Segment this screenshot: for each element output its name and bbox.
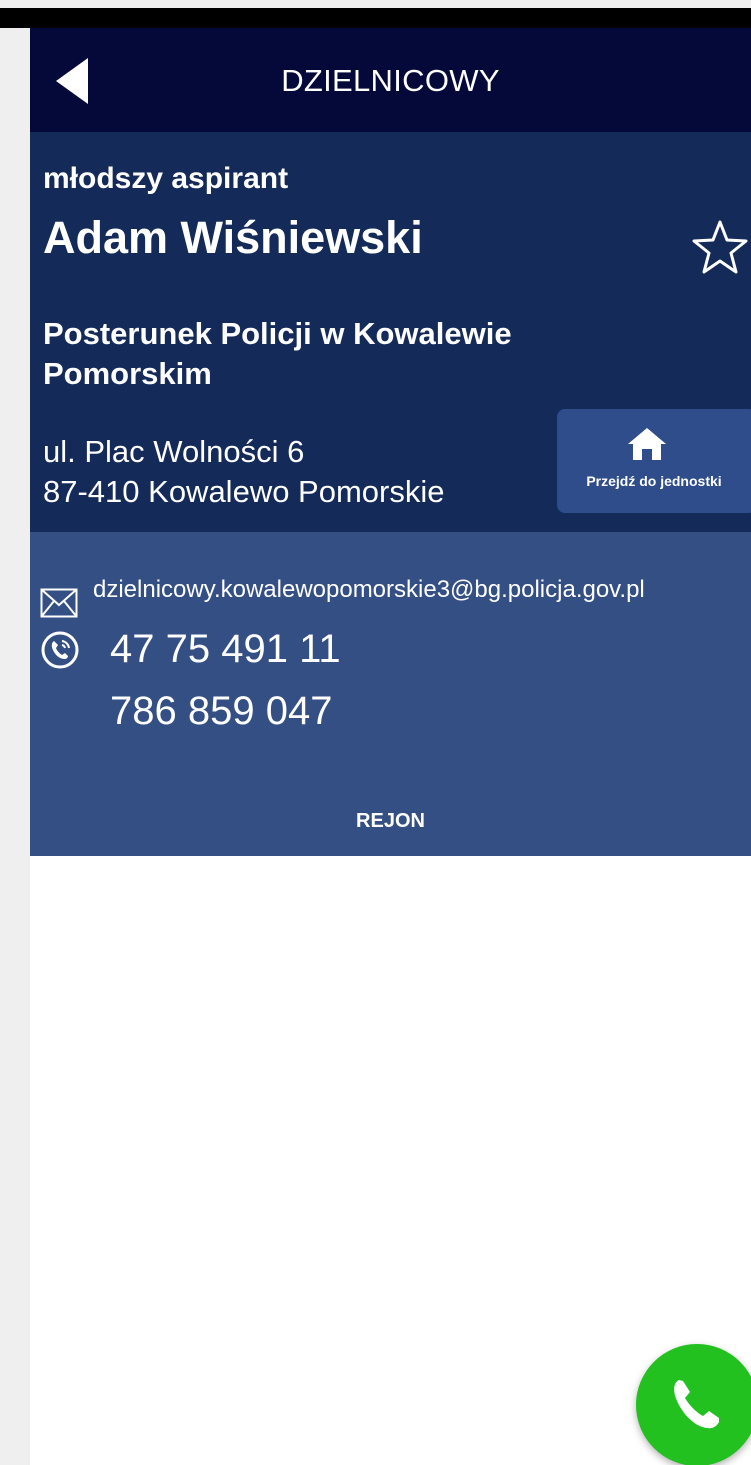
phone-number-primary[interactable]: 47 75 491 11 (110, 627, 341, 672)
contact-panel: dzielnicowy.kowalewopomorskie3@bg.policj… (30, 532, 751, 856)
mail-icon (40, 588, 78, 618)
favorite-button[interactable] (690, 218, 750, 278)
phone-icon (41, 631, 79, 669)
rejon-tab[interactable]: REJON (30, 810, 751, 833)
address-street: ul. Plac Wolności 6 (43, 434, 305, 469)
unit-name: Posterunek Policji w Kowalewie Pomorskim (43, 316, 512, 391)
call-button[interactable] (636, 1344, 751, 1465)
officer-name: Adam Wiśniewski (43, 212, 423, 263)
home-icon (628, 428, 666, 460)
background-strip-left (0, 0, 30, 1465)
officer-rank: młodszy aspirant (43, 162, 289, 195)
email-link[interactable]: dzielnicowy.kowalewopomorskie3@bg.policj… (93, 576, 645, 604)
phone-number-secondary[interactable]: 786 859 047 (110, 689, 332, 734)
star-outline-icon (692, 220, 748, 274)
address-city: 87-410 Kowalewo Pomorskie (43, 474, 445, 509)
go-to-unit-label: Przejdź do jednostki (586, 473, 722, 489)
officer-info-panel: młodszy aspirant Adam Wiśniewski Posteru… (30, 132, 751, 532)
device-frame-top (0, 8, 751, 28)
go-to-unit-button[interactable]: Przejdź do jednostki (557, 409, 751, 513)
app-bar: DZIELNICOWY (30, 28, 751, 132)
unit-address: ul. Plac Wolności 6 87-410 Kowalewo Pomo… (43, 432, 563, 512)
app-screen: DZIELNICOWY młodszy aspirant Adam Wiśnie… (30, 28, 751, 1465)
page-title: DZIELNICOWY (281, 63, 500, 98)
call-icon (674, 1380, 719, 1429)
